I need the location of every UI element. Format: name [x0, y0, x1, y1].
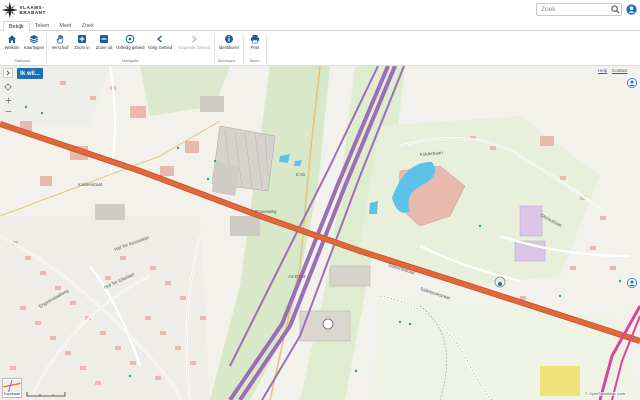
vorig-gebied-button[interactable]: Vorig Gebied [146, 34, 174, 50]
map-zoom-out-button[interactable] [3, 106, 13, 116]
expand-panel-button[interactable] [3, 68, 13, 78]
welkom-label: Welkom [4, 45, 20, 50]
building [212, 161, 240, 196]
plus-icon [5, 97, 11, 103]
logo[interactable]: VLAAMS- BRABANT [2, 1, 46, 19]
ribbon-separator [46, 35, 47, 63]
logo-star-icon [2, 2, 18, 18]
residential-area [0, 216, 210, 400]
print-icon [251, 35, 259, 44]
print-button[interactable]: Print [243, 34, 267, 50]
home-icon [8, 35, 16, 43]
poi-marker [322, 318, 334, 330]
verschuif-label: Verschuif [51, 45, 69, 50]
kaartlagen-button[interactable]: Kaartlagen [22, 34, 46, 50]
industrial-area [329, 265, 371, 287]
ribbon-separator [214, 35, 215, 63]
building [185, 141, 199, 153]
road-label-number: K 81 [296, 172, 306, 177]
pond [369, 201, 378, 214]
locate-button[interactable] [3, 82, 13, 92]
ribbon-group-taken: Taken [249, 58, 260, 63]
volgende-gebied-label: Volgende Gebied [178, 45, 211, 50]
user-icon[interactable] [626, 4, 637, 15]
vorig-gebied-label: Vorig Gebied [147, 45, 173, 50]
map-thumbnail-icon [3, 379, 21, 393]
zoom-out-button[interactable]: Zoom uit [92, 34, 116, 50]
ribbon-toolbar: Welkom Kaartlagen Verschuif Zoom in Zoom… [0, 31, 640, 66]
building [40, 176, 52, 186]
building [200, 96, 224, 112]
next-extent-icon [192, 35, 197, 43]
building [519, 205, 543, 237]
logo-text-line2: BRABANT [19, 10, 46, 15]
layers-icon [29, 35, 39, 44]
ribbon-group-bevragen: Bevragen [218, 58, 236, 63]
top-bar: VLAAMS- BRABANT [0, 0, 640, 21]
chevron-right-icon [6, 70, 10, 76]
help-link[interactable]: Help [598, 68, 607, 73]
building [95, 204, 125, 220]
basemap-label: Topokaart [3, 392, 21, 396]
road-label-street-9: Saliebeukstraat [420, 286, 452, 301]
kaartlagen-label: Kaartlagen [23, 45, 45, 50]
building [540, 366, 580, 396]
map-layer: A2-E314 Kolderstraat Rooierweg Hof Ter K… [0, 66, 640, 400]
poi-marker [498, 282, 502, 286]
zoom-in-label: Zoom in [74, 45, 90, 50]
ribbon-separator [266, 35, 267, 63]
road-label-street-1: Kolderstraat [78, 182, 103, 187]
verschuif-button[interactable]: Verschuif [48, 34, 72, 50]
map-canvas[interactable]: A2-E314 Kolderstraat Rooierweg Hof Ter K… [0, 66, 640, 400]
logo-text: VLAAMS- BRABANT [20, 5, 46, 15]
user-panel-icon[interactable] [627, 278, 637, 288]
zoom-in-icon [78, 35, 86, 43]
road-label-motorway: A2-E314 [288, 274, 306, 279]
previous-extent-icon [157, 35, 162, 43]
tab-bekijk[interactable]: Bekijk [3, 21, 30, 31]
green-area [370, 296, 640, 400]
map-zoom-in-button[interactable] [3, 95, 13, 105]
welkom-button[interactable]: Welkom [0, 34, 24, 50]
tab-teken[interactable]: Teken [30, 21, 55, 31]
road-label-street-2: Rooierweg [255, 209, 277, 214]
volledig-gebied-label: Volledig gebied [116, 45, 145, 50]
tab-meet[interactable]: Meet [54, 21, 76, 31]
volledig-gebied-button[interactable]: Volledig gebied [116, 34, 144, 50]
building [130, 106, 146, 118]
tab-bar: Bekijk Teken Meet Zoek [0, 21, 640, 31]
scale-bar [26, 392, 66, 397]
building [160, 166, 174, 176]
hand-icon [56, 35, 64, 44]
identificeer-label: Identificeer [218, 45, 240, 50]
contact-link[interactable]: Contact [612, 68, 628, 73]
full-extent-icon [125, 34, 135, 44]
volgende-gebied-button[interactable]: Volgende Gebied [178, 34, 210, 50]
tab-zoek[interactable]: Zoek [77, 21, 99, 31]
user-location-icon[interactable] [627, 78, 637, 88]
zoom-out-label: Zoom uit [95, 45, 113, 50]
identify-icon [225, 35, 233, 43]
zoom-out-icon [100, 35, 108, 43]
map-attribution: © OpenStreetMap contr. [584, 392, 627, 396]
print-label: Print [250, 45, 260, 50]
ribbon-group-navigatie: Navigatie [122, 58, 139, 63]
identificeer-button[interactable]: Identificeer [216, 34, 242, 50]
minus-icon [5, 110, 11, 112]
building [230, 216, 260, 236]
ribbon-group-startpunt: Startpunt [14, 58, 31, 63]
crosshair-icon [4, 83, 12, 91]
ik-wil-button[interactable]: Ik wil... [17, 68, 43, 79]
zoom-in-button[interactable]: Zoom in [70, 34, 94, 50]
search-icon[interactable] [611, 5, 620, 14]
building [540, 136, 554, 146]
search-input[interactable] [536, 3, 622, 16]
